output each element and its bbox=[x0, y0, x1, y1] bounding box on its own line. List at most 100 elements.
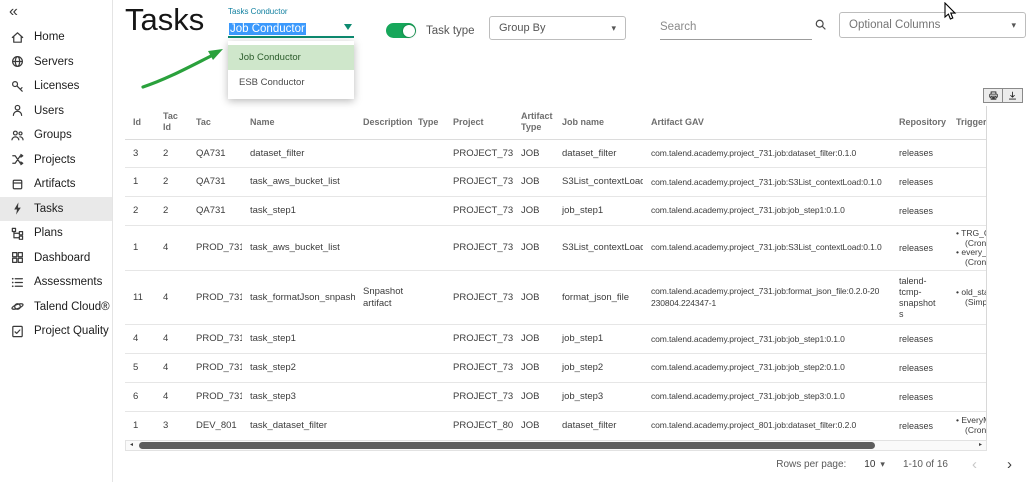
cell-job_name: format_json_file bbox=[554, 271, 643, 325]
column-header: Artifact Type bbox=[513, 106, 554, 139]
cell-id: 3 bbox=[125, 139, 155, 168]
chevron-down-icon: ▾ bbox=[1011, 20, 1016, 31]
sidebar-item-plans[interactable]: Plans bbox=[0, 221, 112, 246]
column-header: Tac Id bbox=[155, 106, 188, 139]
cell-description bbox=[355, 226, 410, 271]
cell-repository: releases bbox=[891, 168, 948, 197]
cell-job_name: job_step1 bbox=[554, 325, 643, 354]
print-icon bbox=[988, 90, 999, 101]
scroll-left-icon[interactable]: ◂ bbox=[126, 441, 137, 450]
sidebar-item-home[interactable]: Home bbox=[0, 25, 112, 50]
cell-tac_id: 4 bbox=[155, 226, 188, 271]
table-header-row: IdTac IdTacNameDescriptionTypeProjectArt… bbox=[125, 106, 987, 139]
main-content: Tasks Tasks Conductor Job Conductor Job … bbox=[113, 0, 1036, 482]
rows-per-page-select[interactable]: 10 ▾ bbox=[864, 459, 885, 470]
cell-project: PROJECT_731 bbox=[445, 325, 513, 354]
cell-project: PROJECT_731 bbox=[445, 197, 513, 226]
table-row[interactable]: 44PROD_731task_step1PROJECT_731JOBjob_st… bbox=[125, 325, 987, 354]
cell-type bbox=[410, 383, 445, 412]
optional-columns-select[interactable]: Optional Columns ▾ bbox=[839, 12, 1026, 38]
table-row[interactable]: 32QA731dataset_filterPROJECT_731JOBdatas… bbox=[125, 139, 987, 168]
cell-tac: QA731 bbox=[188, 197, 242, 226]
sidebar-item-label: Project Quality bbox=[34, 325, 109, 337]
sidebar-item-dashboard[interactable]: Dashboard bbox=[0, 246, 112, 271]
cell-id: 11 bbox=[125, 271, 155, 325]
pagination-bar: Rows per page: 10 ▾ 1-10 of 16 ‹ › bbox=[776, 457, 1018, 472]
cell-tac: PROD_731 bbox=[188, 325, 242, 354]
column-header: Project bbox=[445, 106, 513, 139]
table-row[interactable]: 114PROD_731task_formatJson_snpashotSnpas… bbox=[125, 271, 987, 325]
cell-job_name: job_step3 bbox=[554, 383, 643, 412]
print-button[interactable] bbox=[983, 88, 1003, 103]
cell-name: task_step3 bbox=[242, 383, 355, 412]
search-input[interactable] bbox=[660, 21, 814, 33]
sidebar-item-talend-cloud[interactable]: Talend Cloud® bbox=[0, 295, 112, 320]
conductor-select[interactable]: Job Conductor bbox=[228, 17, 354, 38]
cell-type bbox=[410, 226, 445, 271]
scrollbar-track[interactable] bbox=[137, 441, 975, 450]
sidebar-item-assessments[interactable]: Assessments bbox=[0, 270, 112, 295]
cell-repository: releases bbox=[891, 325, 948, 354]
table-row[interactable]: 14PROD_731task_aws_bucket_listPROJECT_73… bbox=[125, 226, 987, 271]
chevron-down-icon: ▾ bbox=[611, 23, 616, 34]
cell-id: 5 bbox=[125, 354, 155, 383]
search-box bbox=[660, 15, 812, 40]
sidebar-item-label: Dashboard bbox=[34, 252, 90, 264]
cell-triggers bbox=[948, 139, 987, 168]
cell-tac_id: 2 bbox=[155, 197, 188, 226]
table-row[interactable]: 54PROD_731task_step2PROJECT_731JOBjob_st… bbox=[125, 354, 987, 383]
table-row[interactable]: 13DEV_801task_dataset_filterPROJECT_801J… bbox=[125, 412, 987, 441]
next-page-button[interactable]: › bbox=[1001, 457, 1018, 472]
download-button[interactable] bbox=[1003, 88, 1023, 103]
sidebar-item-project-quality[interactable]: Project Quality bbox=[0, 319, 112, 344]
cell-triggers bbox=[948, 168, 987, 197]
cell-name: task_aws_bucket_list bbox=[242, 168, 355, 197]
horizontal-scrollbar[interactable]: ◂ ▸ bbox=[125, 440, 987, 451]
table-row[interactable]: 64PROD_731task_step3PROJECT_731JOBjob_st… bbox=[125, 383, 987, 412]
scroll-right-icon[interactable]: ▸ bbox=[975, 441, 986, 450]
column-header: Triggers bbox=[948, 106, 987, 139]
sidebar-item-users[interactable]: Users bbox=[0, 99, 112, 124]
cell-id: 2 bbox=[125, 197, 155, 226]
conductor-option[interactable]: ESB Conductor bbox=[228, 70, 354, 95]
app-window: « Home ServersLicensesUsersGroupsProjects… bbox=[0, 0, 1036, 482]
column-header: Name bbox=[242, 106, 355, 139]
group-by-select[interactable]: Group By ▾ bbox=[489, 16, 626, 40]
task-type-group: Task type bbox=[386, 23, 475, 38]
cell-repository: releases bbox=[891, 412, 948, 441]
previous-page-button[interactable]: ‹ bbox=[966, 457, 983, 472]
cell-triggers: • TRG_Co(CronTr• every_1(CronTr bbox=[948, 226, 987, 271]
table-row[interactable]: 12QA731task_aws_bucket_listPROJECT_731JO… bbox=[125, 168, 987, 197]
table-row[interactable]: 22QA731task_step1PROJECT_731JOBjob_step1… bbox=[125, 197, 987, 226]
cell-repository: releases bbox=[891, 139, 948, 168]
cell-job_name: dataset_filter bbox=[554, 412, 643, 441]
sidebar-item-label: Home bbox=[34, 31, 65, 43]
cell-id: 1 bbox=[125, 168, 155, 197]
sidebar-item-projects[interactable]: Projects bbox=[0, 148, 112, 173]
task-type-toggle[interactable] bbox=[386, 23, 416, 38]
cell-type bbox=[410, 139, 445, 168]
conductor-option[interactable]: Job Conductor bbox=[228, 45, 354, 70]
sidebar-item-licenses[interactable]: Licenses bbox=[0, 74, 112, 99]
cell-artifact_type: JOB bbox=[513, 197, 554, 226]
sidebar-collapse-button[interactable]: « bbox=[0, 0, 24, 22]
scrollbar-thumb[interactable] bbox=[139, 442, 875, 449]
talend-cloud-icon bbox=[10, 299, 25, 314]
sidebar: « Home ServersLicensesUsersGroupsProjects… bbox=[0, 0, 113, 482]
cell-artifact_type: JOB bbox=[513, 271, 554, 325]
conductor-dropdown-menu: Job ConductorESB Conductor bbox=[228, 41, 354, 99]
cell-tac: QA731 bbox=[188, 168, 242, 197]
column-header: Job name bbox=[554, 106, 643, 139]
users-icon bbox=[10, 103, 25, 118]
sidebar-item-artifacts[interactable]: Artifacts bbox=[0, 172, 112, 197]
sidebar-item-groups[interactable]: Groups bbox=[0, 123, 112, 148]
sidebar-item-tasks[interactable]: Tasks bbox=[0, 197, 112, 222]
sidebar-item-servers[interactable]: Servers bbox=[0, 50, 112, 75]
home-icon bbox=[10, 30, 25, 45]
cell-description bbox=[355, 168, 410, 197]
search-icon[interactable] bbox=[814, 18, 827, 36]
cell-name: task_dataset_filter bbox=[242, 412, 355, 441]
cell-project: PROJECT_731 bbox=[445, 271, 513, 325]
cell-id: 4 bbox=[125, 325, 155, 354]
column-header: Id bbox=[125, 106, 155, 139]
